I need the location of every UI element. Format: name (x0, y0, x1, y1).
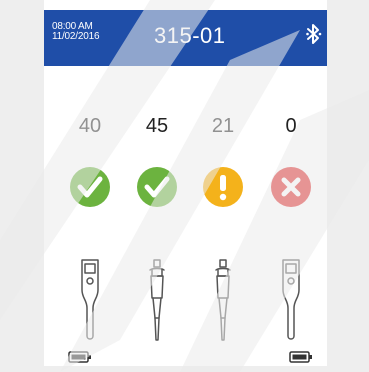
channel-2-status[interactable] (136, 166, 178, 208)
device-screen: 08:00 AM 11/02/2016 315-01 40 45 21 0 (44, 10, 327, 366)
channel-1-count: 40 (78, 115, 102, 137)
exclamation-icon (203, 167, 243, 207)
channel-2-count: 45 (145, 115, 169, 137)
datetime: 08:00 AM 11/02/2016 (52, 22, 100, 42)
channel-4-count: 0 (285, 115, 297, 137)
counts-row: 40 45 21 0 (44, 114, 327, 138)
close-icon (271, 167, 311, 207)
frame-left (0, 0, 44, 372)
pipette-icon (145, 258, 169, 344)
channel-4-battery-icon (289, 350, 313, 363)
channel-1-battery-icon (68, 350, 92, 363)
date-text: 11/02/2016 (52, 31, 100, 42)
frame-right (327, 0, 369, 372)
page-title: 315-01 (154, 23, 226, 48)
channel-3-count: 21 (211, 115, 235, 137)
handheld-meter-icon (279, 258, 303, 344)
channel-3-status[interactable] (202, 166, 244, 208)
channel-1-status[interactable] (69, 166, 111, 208)
bluetooth-icon[interactable] (306, 23, 322, 45)
handheld-meter-icon (78, 258, 102, 344)
header-bar: 08:00 AM 11/02/2016 315-01 (44, 10, 327, 66)
check-icon (70, 167, 110, 207)
channel-4-status[interactable] (270, 166, 312, 208)
check-icon (137, 167, 177, 207)
pipette-icon (211, 258, 235, 344)
frame-bottom (0, 366, 369, 372)
